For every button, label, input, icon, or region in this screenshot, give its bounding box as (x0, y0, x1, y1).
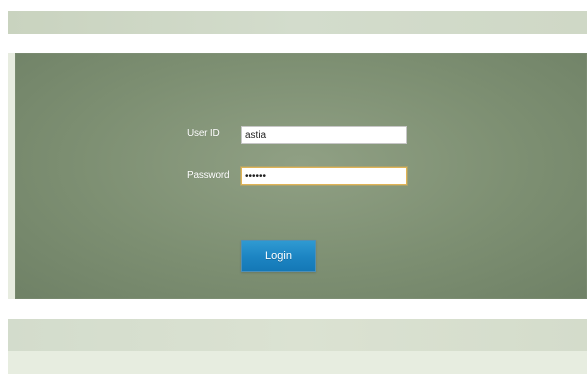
panel-side-shade (8, 53, 15, 299)
password-label: Password (187, 170, 230, 181)
user-id-input[interactable] (241, 126, 407, 144)
top-header-band (8, 11, 587, 34)
footer-band (8, 319, 587, 351)
login-page: User ID Password Login (0, 0, 587, 374)
password-input[interactable] (241, 167, 407, 185)
user-id-label: User ID (187, 128, 220, 139)
login-button[interactable]: Login (241, 240, 316, 272)
footer-lower-band (8, 351, 587, 374)
